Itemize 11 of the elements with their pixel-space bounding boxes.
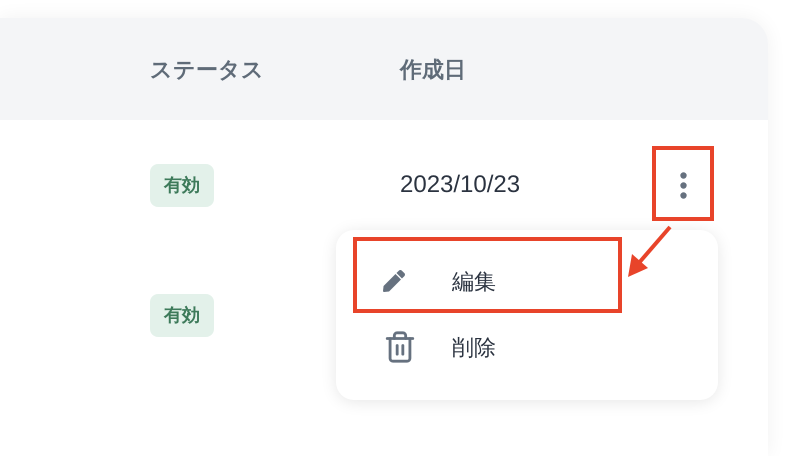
menu-item[interactable]: 編集 (336, 248, 718, 314)
menu-item[interactable]: 削除 (336, 314, 718, 380)
pencil-icon (383, 270, 405, 292)
status-badge: 有効 (150, 164, 214, 206)
more-icon (680, 172, 686, 198)
column-header: 作成日 (400, 56, 466, 82)
date-cell: 2023/10/23 (400, 171, 520, 198)
annotation-arrow (628, 226, 672, 277)
status-badge: 有効 (150, 294, 214, 336)
column-header: ステータス (150, 56, 264, 82)
trash-icon (383, 330, 417, 364)
